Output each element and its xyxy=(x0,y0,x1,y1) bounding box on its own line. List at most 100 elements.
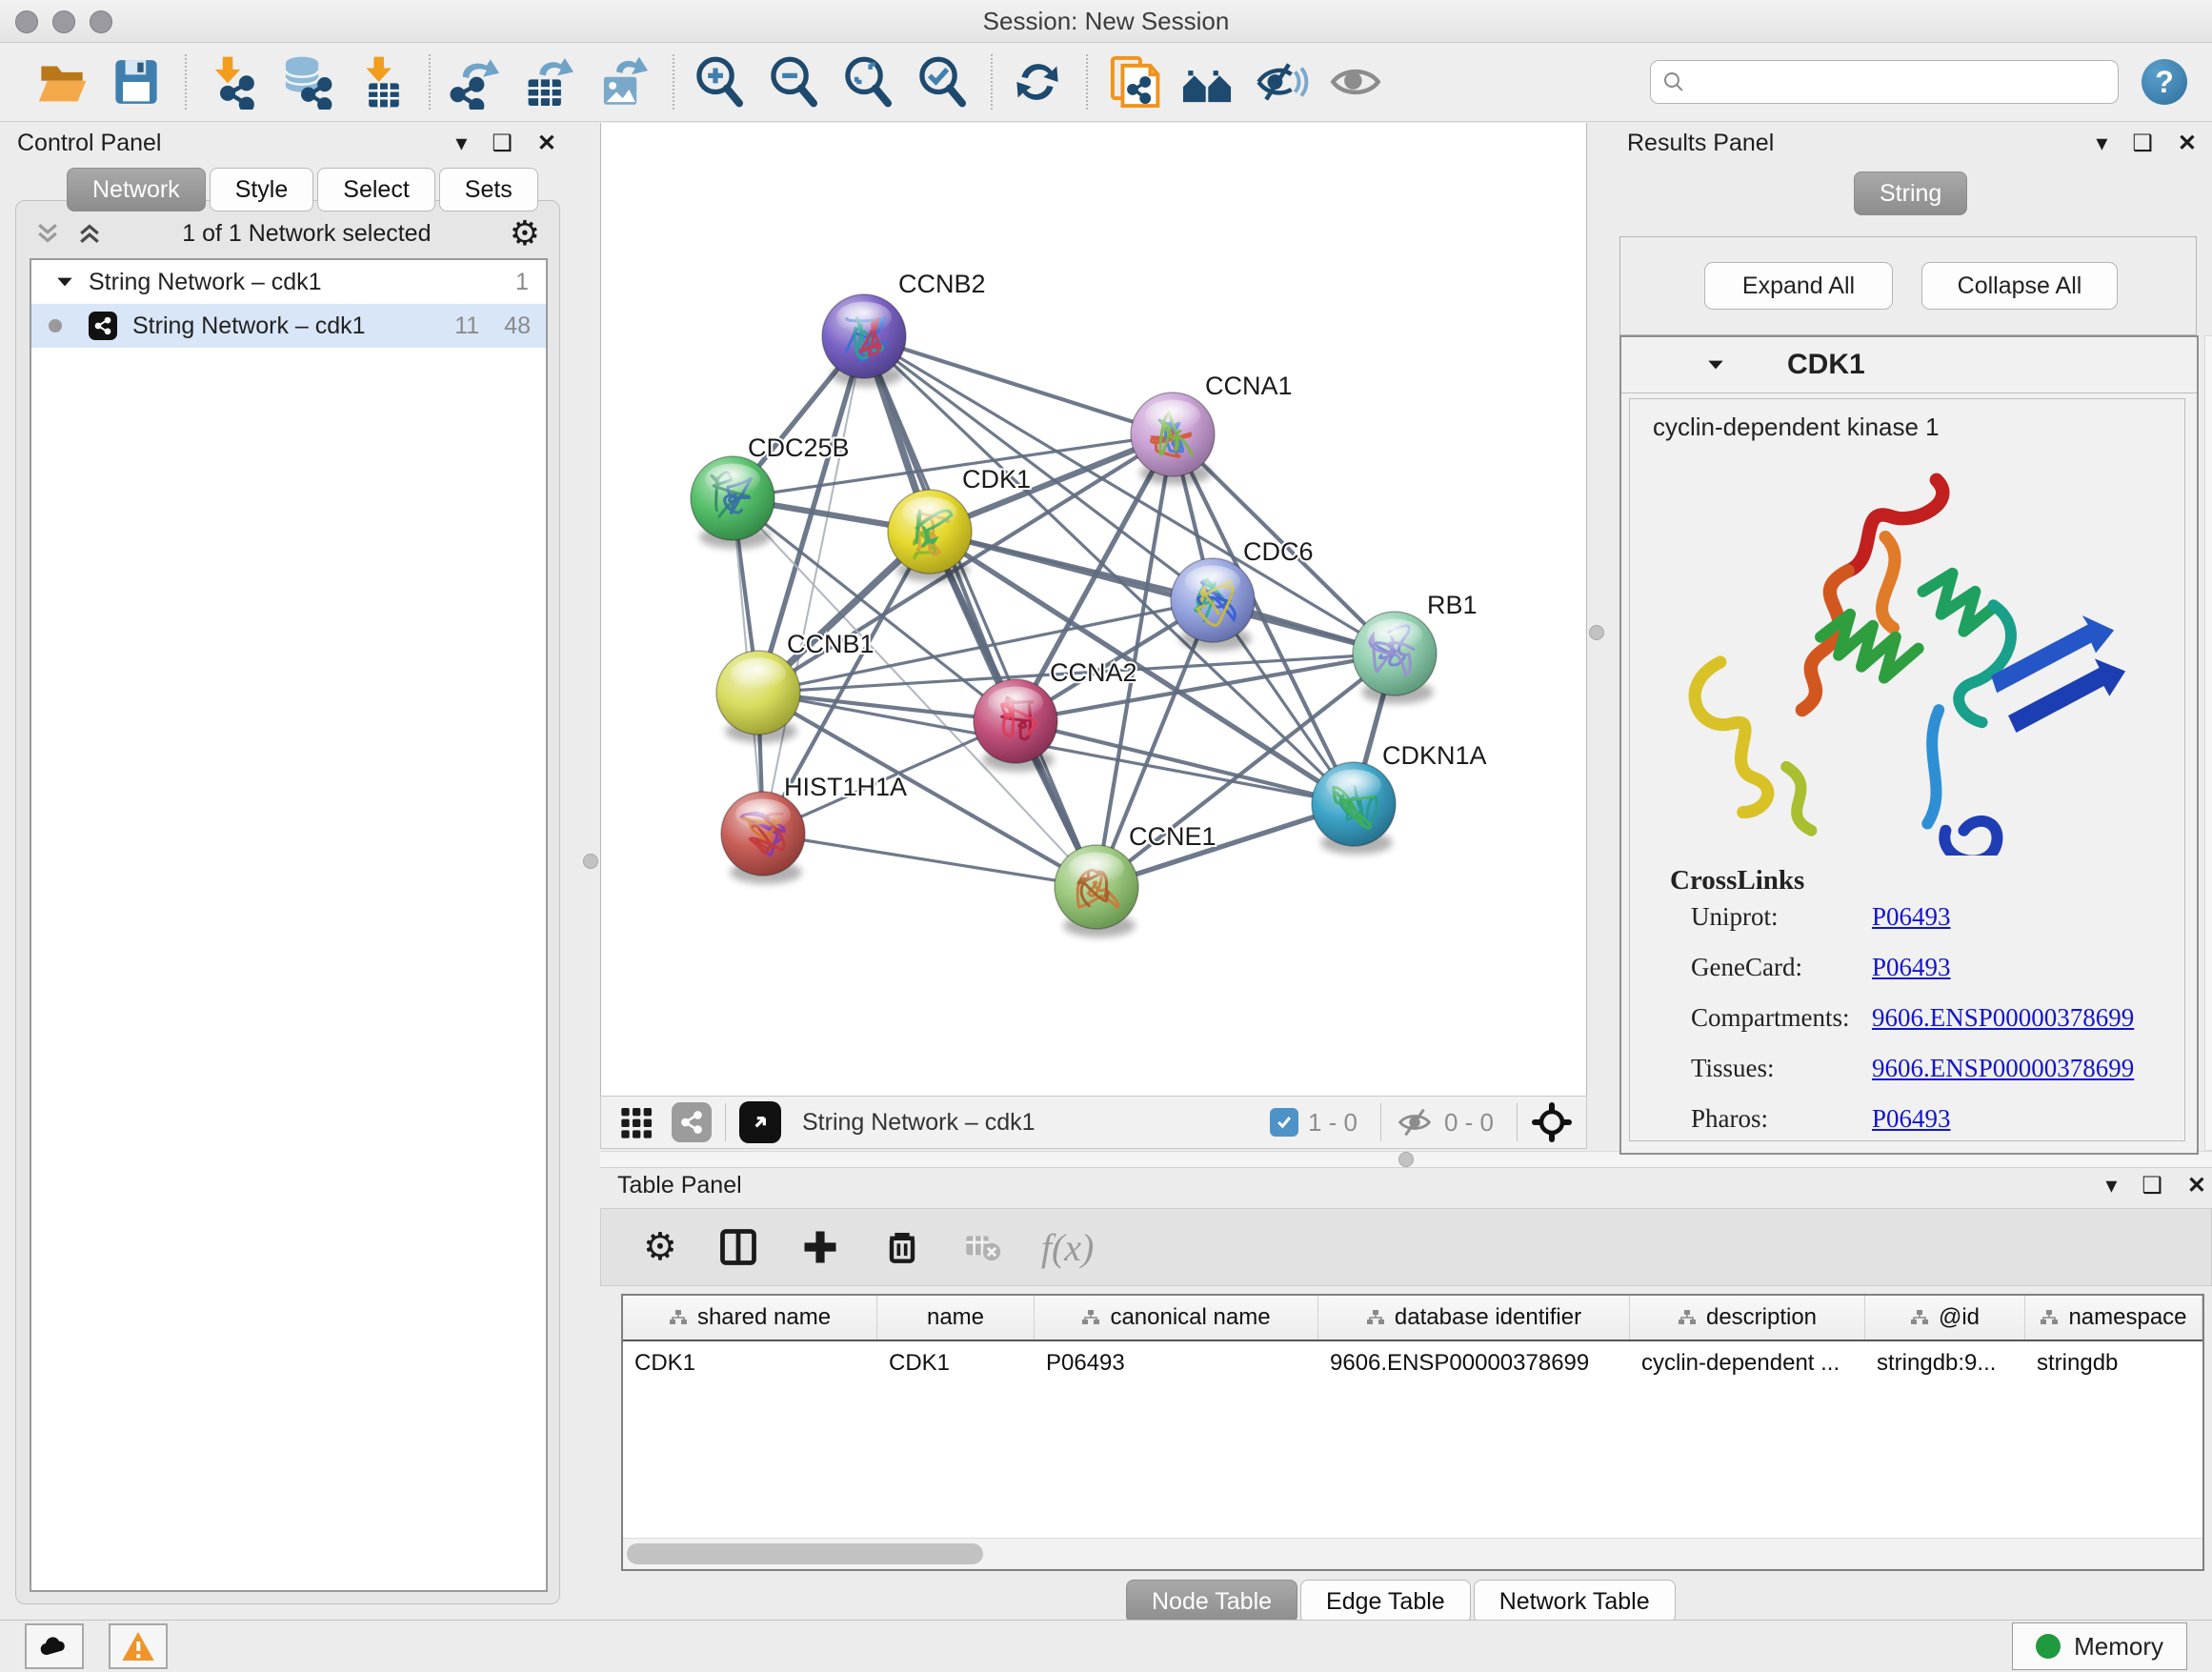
delete-column-trash-icon[interactable] xyxy=(881,1226,923,1268)
network-collection-row[interactable]: String Network – cdk1 1 xyxy=(31,260,546,304)
results-scrollbar[interactable] xyxy=(2204,335,2212,1151)
memory-button[interactable]: Memory xyxy=(2012,1622,2187,1670)
selected-indicator-checkbox[interactable] xyxy=(1270,1108,1298,1137)
column-header-shared-name[interactable]: shared name xyxy=(623,1296,877,1340)
network-node-HIST1H1A[interactable]: HIST1H1A xyxy=(721,773,907,884)
crosslink-row: Tissues:9606.ENSP00000378699 xyxy=(1691,1054,2184,1083)
refresh-view-button[interactable] xyxy=(1008,52,1067,111)
crosslink-value-link[interactable]: P06493 xyxy=(1872,953,1951,982)
search-input[interactable] xyxy=(1695,68,2106,96)
panel-close-icon[interactable]: ✕ xyxy=(2187,1172,2206,1199)
scrollbar-thumb[interactable] xyxy=(627,1543,983,1564)
column-header-namespace[interactable]: namespace xyxy=(2025,1296,2202,1340)
network-options-gear-icon[interactable]: ⚙ xyxy=(510,213,540,253)
collapse-all-tree-icon[interactable] xyxy=(75,219,104,248)
crosslink-row: GeneCard:P06493 xyxy=(1691,953,2184,982)
column-header-canonical-name[interactable]: canonical name xyxy=(1035,1296,1318,1340)
right-splitter-handle[interactable] xyxy=(1589,625,1604,640)
network-graph[interactable]: CCNB2CCNA1CDC25BCDK1CDC6RB1CCNB1CCNA2CDK… xyxy=(601,123,1586,1094)
zoom-fit-button[interactable] xyxy=(838,52,897,111)
network-mode-icon[interactable] xyxy=(672,1102,712,1142)
tree-expand-icon[interactable] xyxy=(54,272,75,292)
network-node-RB1[interactable]: RB1 xyxy=(1353,591,1478,704)
crosslink-value-link[interactable]: 9606.ENSP00000378699 xyxy=(1872,1003,2134,1033)
tab-network[interactable]: Network xyxy=(67,168,206,212)
save-session-button[interactable] xyxy=(107,52,166,111)
import-network-file-button[interactable] xyxy=(202,52,261,111)
help-button[interactable]: ? xyxy=(2142,59,2187,105)
left-splitter-handle[interactable] xyxy=(583,854,598,869)
network-edges[interactable] xyxy=(733,336,1395,887)
column-header-database-identifier[interactable]: database identifier xyxy=(1318,1296,1630,1340)
export-image-button[interactable] xyxy=(594,52,654,111)
tab-edge-table[interactable]: Edge Table xyxy=(1300,1580,1471,1623)
crosslink-value-link[interactable]: P06493 xyxy=(1872,902,1951,932)
node-label-CDKN1A: CDKN1A xyxy=(1382,741,1487,770)
table-cell[interactable]: cyclin-dependent ... xyxy=(1630,1341,1865,1385)
birds-eye-view-button[interactable] xyxy=(739,1101,781,1143)
network-node-CDC25B[interactable]: CDC25B xyxy=(691,433,850,549)
tab-network-table[interactable]: Network Table xyxy=(1474,1580,1676,1623)
network-row-selected[interactable]: String Network – cdk1 11 48 xyxy=(31,304,546,348)
tab-style[interactable]: Style xyxy=(210,168,314,212)
grid-mode-icon[interactable] xyxy=(618,1103,656,1141)
table-cell[interactable]: CDK1 xyxy=(623,1341,877,1385)
network-node-CDC6[interactable]: CDC6 xyxy=(1171,537,1314,651)
show-all-button[interactable] xyxy=(1326,52,1385,111)
create-column-plus-icon[interactable] xyxy=(799,1226,841,1268)
node-entry-header[interactable]: CDK1 xyxy=(1621,337,2197,393)
panel-close-icon[interactable]: ✕ xyxy=(2178,130,2197,157)
tab-string[interactable]: String xyxy=(1854,171,1967,215)
crosshair-icon[interactable] xyxy=(1531,1101,1573,1143)
network-node-CCNE1[interactable]: CCNE1 xyxy=(1055,822,1217,937)
table-cell[interactable]: P06493 xyxy=(1035,1341,1318,1385)
panel-float-icon[interactable]: ❑ xyxy=(2132,130,2153,157)
panel-float-icon[interactable]: ❑ xyxy=(2142,1172,2162,1199)
collapse-all-button[interactable]: Collapse All xyxy=(1921,262,2118,310)
table-row[interactable]: CDK1CDK1P064939606.ENSP00000378699cyclin… xyxy=(623,1341,2202,1385)
show-columns-icon[interactable] xyxy=(717,1226,759,1268)
zoom-selected-button[interactable] xyxy=(913,52,972,111)
table-cell[interactable]: CDK1 xyxy=(877,1341,1035,1385)
export-network-button[interactable] xyxy=(446,52,505,111)
node-table-body: CDK1CDK1P064939606.ENSP00000378699cyclin… xyxy=(623,1341,2202,1385)
network-node-CDKN1A[interactable]: CDKN1A xyxy=(1312,741,1487,855)
export-table-button[interactable] xyxy=(520,52,579,111)
crosslink-value-link[interactable]: 9606.ENSP00000378699 xyxy=(1872,1054,2134,1083)
column-header-description[interactable]: description xyxy=(1630,1296,1865,1340)
horizontal-splitter-handle[interactable] xyxy=(1398,1152,1414,1167)
cloud-button[interactable] xyxy=(25,1623,84,1669)
panel-collapse-icon[interactable]: ▾ xyxy=(455,130,467,157)
table-cell[interactable]: 9606.ENSP00000378699 xyxy=(1318,1341,1630,1385)
panel-close-icon[interactable]: ✕ xyxy=(537,130,556,157)
import-network-database-button[interactable] xyxy=(276,52,335,111)
zoom-selected-icon xyxy=(915,54,970,110)
network-node-CCNA1[interactable]: CCNA1 xyxy=(1131,372,1293,485)
tab-sets[interactable]: Sets xyxy=(439,168,538,212)
table-options-gear-icon[interactable]: ⚙ xyxy=(643,1225,677,1269)
network-view-canvas[interactable]: CCNB2CCNA1CDC25BCDK1CDC6RB1CCNB1CCNA2CDK… xyxy=(600,123,1587,1096)
duplicate-network-button[interactable] xyxy=(1103,52,1162,111)
table-cell[interactable]: stringdb xyxy=(2025,1341,2202,1385)
crosslink-value-link[interactable]: P06493 xyxy=(1872,1104,1951,1134)
hide-selected-button[interactable] xyxy=(1252,52,1311,111)
zoom-in-button[interactable] xyxy=(690,52,749,111)
panel-collapse-icon[interactable]: ▾ xyxy=(2096,130,2107,157)
open-session-button[interactable] xyxy=(32,52,91,111)
tab-select[interactable]: Select xyxy=(317,168,434,212)
expand-all-tree-icon[interactable] xyxy=(33,219,62,248)
panel-float-icon[interactable]: ❑ xyxy=(492,130,513,157)
entry-collapse-icon[interactable] xyxy=(1705,354,1726,375)
column-header-name[interactable]: name xyxy=(877,1296,1035,1340)
expand-all-button[interactable]: Expand All xyxy=(1704,262,1893,310)
column-header-@id[interactable]: @id xyxy=(1865,1296,2025,1340)
tab-node-table[interactable]: Node Table xyxy=(1126,1580,1297,1623)
home-view-button[interactable] xyxy=(1177,52,1237,111)
table-horizontal-scrollbar[interactable] xyxy=(623,1538,2202,1569)
warning-button[interactable] xyxy=(109,1623,168,1669)
import-table-file-button[interactable] xyxy=(351,52,410,111)
panel-collapse-icon[interactable]: ▾ xyxy=(2105,1172,2117,1199)
table-cell[interactable]: stringdb:9... xyxy=(1865,1341,2025,1385)
zoom-out-button[interactable] xyxy=(764,52,823,111)
network-node-CDK1[interactable]: CDK1 xyxy=(888,465,1031,582)
